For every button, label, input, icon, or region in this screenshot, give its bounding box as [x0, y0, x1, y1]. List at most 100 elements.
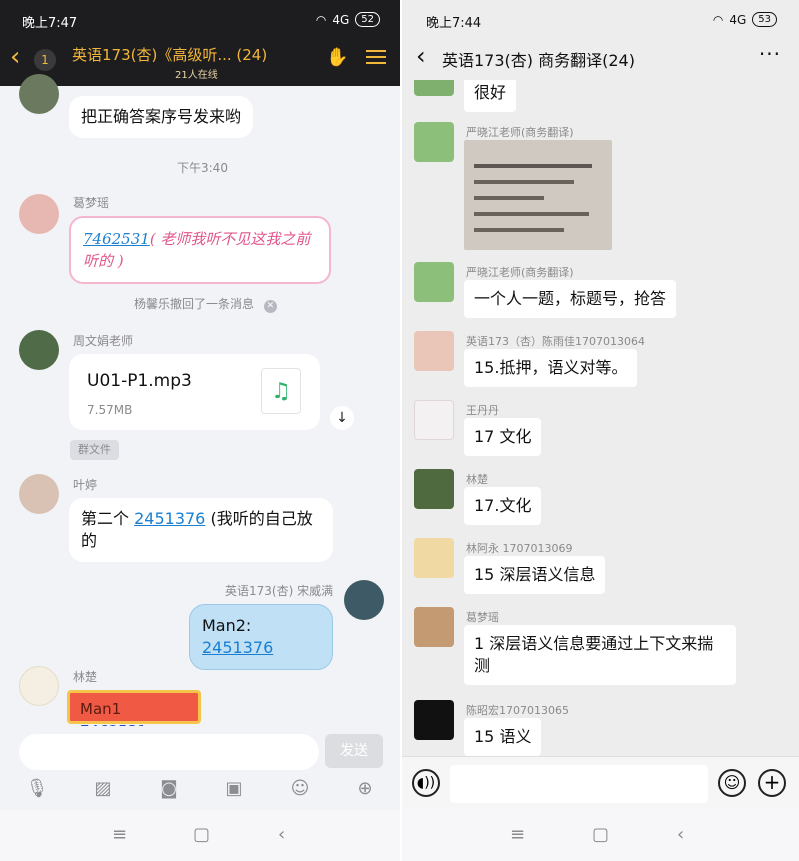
message-input[interactable]: [19, 734, 319, 770]
battery-indicator: 52: [355, 12, 380, 27]
sender-name: 葛梦瑶: [73, 196, 110, 210]
group-file-tag: 群文件: [70, 440, 119, 460]
qq-chat-screen: 晚上7:47 ◠ 4G 52 ‹ 1 英语173(杏)《高级听... (24) …: [0, 0, 400, 861]
network-label: 4G: [729, 12, 747, 27]
number-link[interactable]: 2451376: [134, 509, 205, 528]
back-nav-icon[interactable]: ‹: [677, 824, 684, 845]
chat-title[interactable]: 英语173(杏)《高级听... (24): [72, 44, 318, 65]
message-bubble[interactable]: 17 文化: [464, 418, 542, 456]
avatar[interactable]: [414, 331, 454, 371]
message-list: 很好 严晓江老师(商务翻译) 严晓江老师(商务翻译) 一个人一题，标题号，抢答 …: [402, 80, 799, 756]
avatar[interactable]: [414, 700, 454, 740]
status-time: 晚上7:47: [22, 16, 78, 31]
message-bubble[interactable]: 第二个 2451376 (我听的自己放的: [69, 498, 333, 562]
camera-icon[interactable]: ◙: [157, 778, 181, 799]
sender-name: 严晓江老师(商务翻译): [466, 266, 574, 279]
message-bubble[interactable]: 1 深层语义信息要通过上下文来揣测: [464, 625, 736, 685]
number-link[interactable]: 2451376: [202, 638, 273, 657]
home-nav-icon[interactable]: ▢: [592, 824, 609, 845]
battery-indicator: 53: [752, 12, 777, 27]
input-bar: ◖)) ☺ +: [402, 756, 799, 810]
input-bar: 发送: [0, 726, 400, 776]
close-icon[interactable]: ✕: [263, 300, 277, 313]
red-packet-icon[interactable]: ▣: [222, 778, 246, 799]
sender-name: 林楚: [73, 670, 98, 684]
number-link[interactable]: 7462531: [83, 230, 150, 248]
plus-icon[interactable]: +: [758, 769, 786, 797]
avatar[interactable]: [414, 262, 454, 302]
file-card[interactable]: U01-P1.mp3 7.57MB ♫: [69, 354, 320, 430]
message-bubble[interactable]: 一个人一题，标题号，抢答: [464, 280, 677, 318]
message-bubble[interactable]: 7462531( 老师我听不见这我之前听的 ): [69, 216, 331, 284]
download-icon[interactable]: ↓: [330, 406, 354, 430]
menu-nav-icon[interactable]: ≡: [112, 824, 127, 845]
avatar[interactable]: [19, 330, 59, 370]
wechat-chat-screen: 晚上7:44 ◠ 4G 53 ‹ 英语173(杏) 商务翻译(24) ··· 很…: [402, 0, 799, 861]
sender-name: 林阿永 1707013069: [466, 542, 573, 555]
voice-icon[interactable]: ◖)): [412, 769, 440, 797]
music-file-icon: ♫: [261, 368, 301, 414]
send-button[interactable]: 发送: [325, 734, 383, 768]
wifi-icon: ◠: [315, 12, 327, 27]
recall-notice: 杨馨乐撤回了一条消息 ✕: [134, 295, 277, 313]
emoji-icon[interactable]: ☺: [288, 778, 312, 799]
sender-name: 英语173（杏）陈雨佳1707013064: [466, 335, 645, 348]
hand-icon[interactable]: ✋: [326, 47, 348, 68]
message-bubble[interactable]: 15 语义: [464, 718, 542, 756]
sender-name: 葛梦瑶: [466, 611, 499, 624]
back-button[interactable]: ‹: [10, 44, 20, 70]
chat-header: 晚上7:44 ◠ 4G 53 ‹ 英语173(杏) 商务翻译(24) ···: [402, 0, 799, 80]
message-bubble[interactable]: Man1 7462531: [67, 690, 201, 740]
avatar[interactable]: [19, 666, 59, 706]
back-nav-icon[interactable]: ‹: [278, 824, 285, 845]
unread-badge: 1: [34, 49, 56, 71]
sender-name: 王丹丹: [466, 404, 499, 417]
avatar[interactable]: [19, 74, 59, 114]
avatar[interactable]: [414, 400, 454, 440]
toolbar: 🎙 ▨ ◙ ▣ ☺ ⊕: [0, 778, 400, 808]
message-bubble[interactable]: 15.抵押，语义对等。: [464, 349, 638, 387]
wifi-icon: ◠: [712, 12, 724, 27]
online-count: 21人在线: [175, 70, 218, 81]
more-icon[interactable]: ···: [759, 42, 781, 66]
file-name: U01-P1.mp3: [87, 371, 192, 391]
message-bubble[interactable]: Man2: 2451376: [189, 604, 333, 670]
avatar[interactable]: [414, 80, 454, 96]
avatar[interactable]: [19, 474, 59, 514]
emoji-icon[interactable]: ☺: [718, 769, 746, 797]
message-input[interactable]: [450, 765, 708, 803]
image-message[interactable]: [464, 140, 612, 250]
home-nav-icon[interactable]: ▢: [193, 824, 210, 845]
avatar[interactable]: [19, 194, 59, 234]
message-bubble[interactable]: 很好: [464, 80, 517, 112]
microphone-icon[interactable]: 🎙: [25, 778, 49, 799]
message-bubble[interactable]: 把正确答案序号发来哟: [69, 96, 254, 138]
message-bubble[interactable]: 15 深层语义信息: [464, 556, 606, 594]
sender-name: 英语173(杏) 宋威满: [225, 584, 334, 598]
chat-header: 晚上7:47 ◠ 4G 52 ‹ 1 英语173(杏)《高级听... (24) …: [0, 0, 400, 86]
time-divider: 下午3:40: [177, 161, 228, 175]
status-time: 晚上7:44: [426, 16, 482, 31]
menu-nav-icon[interactable]: ≡: [510, 824, 525, 845]
back-button[interactable]: ‹: [416, 44, 426, 68]
system-nav-bar: ≡ ▢ ‹: [402, 810, 799, 861]
message-bubble[interactable]: 17.文化: [464, 487, 542, 525]
avatar[interactable]: [414, 538, 454, 578]
image-icon[interactable]: ▨: [91, 778, 115, 799]
sender-name: 陈昭宏1707013065: [466, 704, 569, 717]
sender-name: 严晓江老师(商务翻译): [466, 126, 574, 139]
system-nav-bar: ≡ ▢ ‹: [0, 810, 400, 861]
avatar[interactable]: [344, 580, 384, 620]
chat-title[interactable]: 英语173(杏) 商务翻译(24): [442, 47, 635, 71]
avatar[interactable]: [414, 607, 454, 647]
status-bar: 晚上7:47 ◠ 4G 52: [0, 0, 400, 40]
sender-name: 周文娟老师: [73, 334, 134, 348]
file-size: 7.57MB: [87, 403, 133, 417]
avatar[interactable]: [414, 122, 454, 162]
plus-icon[interactable]: ⊕: [353, 778, 377, 799]
avatar[interactable]: [414, 469, 454, 509]
sender-name: 叶婷: [73, 478, 98, 492]
menu-icon[interactable]: [366, 46, 386, 68]
sender-name: 林楚: [466, 473, 488, 486]
status-bar: 晚上7:44 ◠ 4G 53: [402, 0, 799, 40]
